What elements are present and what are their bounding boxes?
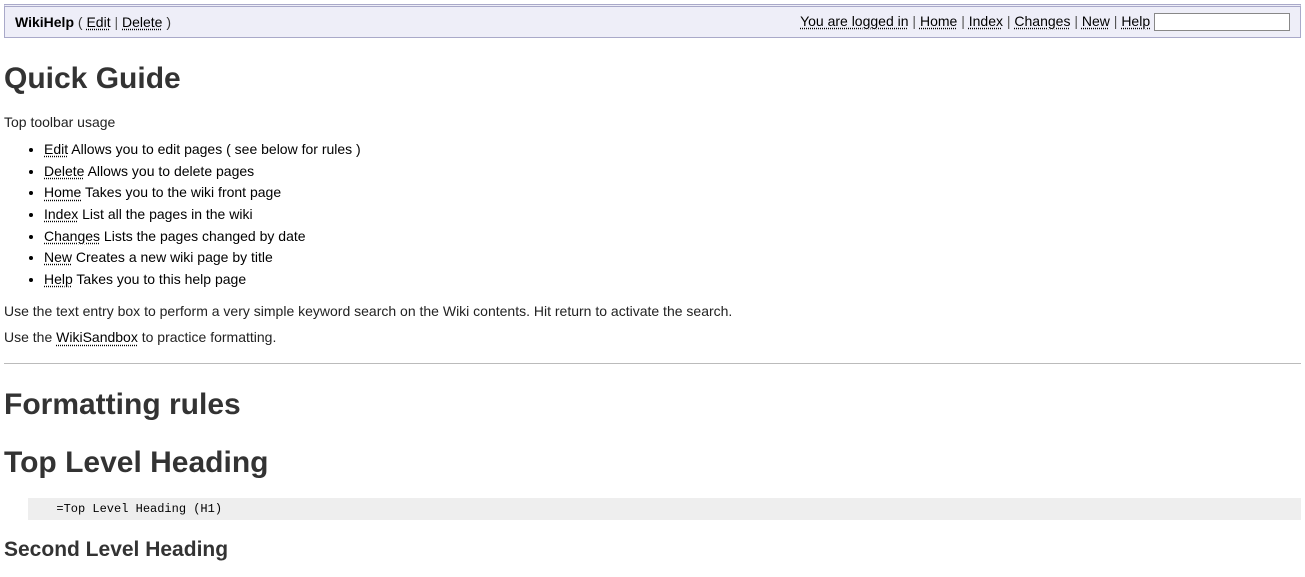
toolbar-right: You are logged in | Home | Index | Chang…	[800, 13, 1290, 31]
top-toolbar: WikiHelp ( Edit | Delete ) You are logge…	[4, 4, 1301, 38]
sandbox-text: Use the WikiSandbox to practice formatti…	[4, 329, 1301, 345]
search-hint-text: Use the text entry box to perform a very…	[4, 303, 1301, 319]
item-link[interactable]: New	[44, 249, 72, 265]
login-status-link[interactable]: You are logged in	[800, 13, 908, 29]
list-item: Changes Lists the pages changed by date	[44, 227, 1301, 247]
toolbar-left: WikiHelp ( Edit | Delete )	[15, 14, 171, 30]
code-sample-h1: =Top Level Heading (H1)	[28, 498, 1301, 520]
item-desc: Allows you to edit pages ( see below for…	[68, 141, 361, 157]
list-item: Index List all the pages in the wiki	[44, 205, 1301, 225]
toolbar-usage-list: Edit Allows you to edit pages ( see belo…	[4, 140, 1301, 289]
toolbar-usage-label: Top toolbar usage	[4, 114, 1301, 130]
delete-link[interactable]: Delete	[122, 14, 162, 30]
list-item: Edit Allows you to edit pages ( see belo…	[44, 140, 1301, 160]
heading-top-level: Top Level Heading	[4, 446, 1301, 480]
page-title-label: WikiHelp	[15, 14, 74, 30]
search-input[interactable]	[1154, 13, 1290, 31]
item-link[interactable]: Edit	[44, 141, 68, 157]
item-link[interactable]: Index	[44, 206, 78, 222]
new-link[interactable]: New	[1082, 13, 1110, 29]
home-link[interactable]: Home	[920, 13, 957, 29]
list-item: Delete Allows you to delete pages	[44, 162, 1301, 182]
item-desc: Takes you to this help page	[73, 271, 246, 287]
changes-link[interactable]: Changes	[1014, 13, 1070, 29]
item-desc: List all the pages in the wiki	[78, 206, 252, 222]
item-link[interactable]: Help	[44, 271, 73, 287]
heading-quick-guide: Quick Guide	[4, 62, 1301, 96]
heading-formatting-rules: Formatting rules	[4, 388, 1301, 422]
list-item: Help Takes you to this help page	[44, 270, 1301, 290]
help-link[interactable]: Help	[1121, 13, 1150, 29]
list-item: New Creates a new wiki page by title	[44, 248, 1301, 268]
item-link[interactable]: Home	[44, 184, 81, 200]
item-desc: Allows you to delete pages	[84, 163, 254, 179]
heading-second-level: Second Level Heading	[4, 538, 1301, 562]
list-item: Home Takes you to the wiki front page	[44, 183, 1301, 203]
item-desc: Creates a new wiki page by title	[72, 249, 273, 265]
divider	[4, 363, 1301, 364]
item-desc: Takes you to the wiki front page	[81, 184, 281, 200]
wikisandbox-link[interactable]: WikiSandbox	[56, 329, 138, 345]
item-link[interactable]: Changes	[44, 228, 100, 244]
index-link[interactable]: Index	[969, 13, 1003, 29]
edit-link[interactable]: Edit	[86, 14, 110, 30]
item-link[interactable]: Delete	[44, 163, 84, 179]
item-desc: Lists the pages changed by date	[100, 228, 305, 244]
